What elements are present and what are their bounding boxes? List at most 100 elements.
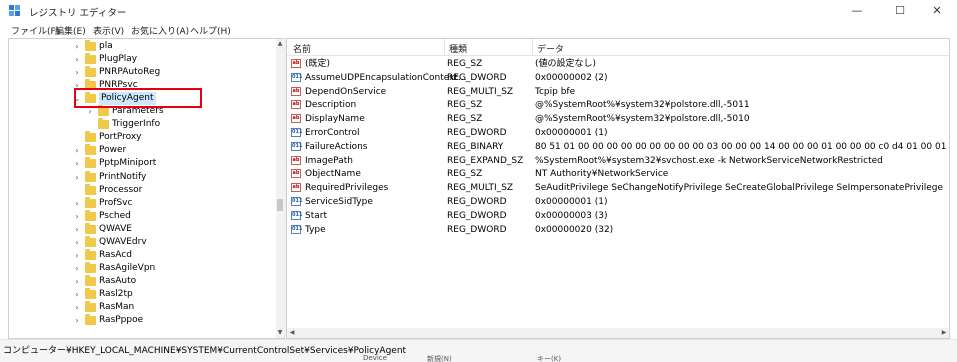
value-data: 0x00000003 (3) (535, 210, 608, 221)
value-row[interactable]: ab DependOnService REG_MULTI_SZ Tcpip bfe (287, 85, 949, 99)
binary-value-icon: 011 (291, 128, 303, 137)
tree-scroll-thumb[interactable] (277, 199, 283, 211)
expand-chevron-icon[interactable]: › (73, 236, 81, 249)
menu-help[interactable]: ヘルプ(H) (190, 24, 231, 37)
value-row[interactable]: ab RequiredPrivileges REG_MULTI_SZ SeAuditP… (287, 181, 949, 195)
value-name: ServiceSidType (305, 197, 373, 207)
tree-item-plugplay[interactable]: › PlugPlay (73, 53, 273, 66)
tree-item-triggerinfo[interactable]: TriggerInfo (86, 118, 284, 131)
expand-chevron-icon[interactable]: › (73, 66, 81, 79)
folder-icon (85, 157, 96, 169)
background-new-menu-text: 新規(N) (427, 355, 452, 362)
tree-item-printnotify[interactable]: › PrintNotify (73, 170, 273, 184)
scroll-right-arrow-icon[interactable]: ▶ (939, 328, 949, 338)
string-value-icon: ab (291, 59, 301, 68)
expand-chevron-icon[interactable]: › (73, 288, 81, 301)
expand-chevron-icon[interactable]: › (73, 210, 81, 223)
value-type: REG_SZ (447, 100, 483, 111)
minimize-button[interactable]: — (837, 0, 877, 22)
value-row[interactable]: ab DisplayName REG_SZ @%SystemRoot%¥system3… (287, 112, 949, 126)
key-tree-pane[interactable]: › pla › PlugPlay › PNRPAutoReg › PNRPsvc ⌄ Policy… (8, 38, 285, 339)
tree-item-power[interactable]: › Power (73, 144, 273, 157)
values-list-pane[interactable]: 名前 種類 データ ab (既定) REG_SZ (値の設定なし) 011 AssumeU… (286, 38, 950, 339)
string-value-icon: ab (291, 155, 301, 165)
value-data: 80 51 01 00 00 00 00 00 00 00 00 00 03 0… (535, 141, 947, 152)
value-row[interactable]: 011 Start REG_DWORD 0x00000003 (3) (287, 209, 949, 223)
value-row[interactable]: ab (既定) REG_SZ (値の設定なし) (287, 57, 949, 71)
value-row[interactable]: 011 ServiceSidType REG_DWORD 0x00000001 (1) (287, 195, 949, 209)
folder-icon (98, 105, 109, 117)
tree-item-rasauto[interactable]: › RasAuto (73, 274, 273, 288)
value-type: REG_DWORD (447, 72, 507, 83)
binary-value-icon: 011 (291, 141, 303, 151)
expand-chevron-icon[interactable]: › (73, 223, 81, 236)
value-row[interactable]: 011 Type REG_DWORD 0x00000020 (32) (287, 223, 949, 237)
expand-chevron-icon[interactable]: › (73, 53, 81, 66)
tree-item-pptpminiport[interactable]: › PptpMiniport (73, 157, 273, 170)
folder-icon (85, 248, 96, 260)
folder-icon (85, 53, 96, 65)
folder-icon (85, 209, 96, 221)
expand-chevron-icon[interactable]: › (73, 197, 81, 210)
tree-item-raspppoe[interactable]: › RasPppoe (73, 314, 273, 327)
expand-chevron-icon[interactable]: › (73, 40, 81, 53)
tree-item-qwave[interactable]: › QWAVE (73, 222, 273, 236)
expand-chevron-icon[interactable]: › (73, 262, 81, 275)
expand-chevron-icon[interactable]: › (73, 157, 81, 170)
tree-item-rasman[interactable]: › RasMan (73, 301, 273, 314)
expand-chevron-icon[interactable]: › (73, 144, 81, 157)
tree-item-label: pla (99, 41, 113, 51)
value-type: REG_DWORD (447, 210, 507, 221)
column-type[interactable]: 種類 (449, 42, 467, 55)
value-row[interactable]: 011 FailureActions REG_BINARY 80 51 01 00 0… (287, 140, 949, 154)
tree-item-label: RasAuto (99, 275, 137, 286)
menu-view[interactable]: 表示(V) (93, 24, 124, 37)
value-data: 0x00000001 (1) (535, 128, 608, 138)
tree-item-portproxy[interactable]: PortProxy (73, 131, 273, 144)
expand-chevron-icon[interactable]: › (73, 275, 81, 288)
column-data[interactable]: データ (537, 42, 564, 55)
value-row[interactable]: 011 ErrorControl REG_DWORD 0x00000001 (1) (287, 126, 949, 140)
value-row[interactable]: 011 AssumeUDPEncapsulationContext... REG_D… (287, 71, 949, 85)
scroll-up-arrow-icon[interactable]: ▲ (276, 39, 284, 49)
tree-item-rasagilevpn[interactable]: › RasAgileVpn (73, 261, 273, 275)
close-button[interactable]: ✕ (917, 0, 957, 22)
value-row[interactable]: ab ObjectName REG_SZ NT Authority¥NetworkSe… (287, 167, 949, 181)
folder-icon (85, 183, 96, 195)
value-row[interactable]: ab ImagePath REG_EXPAND_SZ %SystemRoot%¥sys… (287, 154, 949, 168)
expand-chevron-icon[interactable]: › (73, 171, 81, 184)
menu-edit[interactable]: 編集(E) (55, 24, 86, 37)
tree-item-pnrpautoreg[interactable]: › PNRPAutoReg (73, 66, 273, 79)
menu-file[interactable]: ファイル(F) (11, 24, 59, 37)
column-divider[interactable] (444, 39, 445, 55)
value-data: NT Authority¥NetworkService (535, 169, 669, 180)
tree-item-label: ProfSvc (99, 197, 133, 208)
tree-item-psched[interactable]: › Psched (73, 209, 273, 223)
scroll-left-arrow-icon[interactable]: ◀ (287, 328, 297, 338)
maximize-button[interactable]: ☐ (880, 0, 920, 22)
scroll-down-arrow-icon[interactable]: ▼ (276, 328, 284, 338)
tree-item-processor[interactable]: Processor (73, 183, 273, 197)
tree-item-qwavedrv[interactable]: › QWAVEdrv (73, 235, 273, 249)
menu-favorites[interactable]: お気に入り(A) (131, 24, 189, 37)
tree-item-label: QWAVE (99, 223, 132, 234)
expand-chevron-icon[interactable]: › (73, 249, 81, 262)
folder-icon (85, 66, 96, 78)
list-horizontal-scrollbar[interactable]: ◀ ▶ (287, 328, 949, 338)
folder-icon (85, 144, 96, 156)
value-row[interactable]: ab Description REG_SZ @%SystemRoot%¥system3… (287, 98, 949, 112)
folder-icon (85, 222, 96, 234)
tree-item-pla[interactable]: › pla (73, 40, 273, 53)
column-divider[interactable] (532, 39, 533, 55)
tree-item-profsvc[interactable]: › ProfSvc (73, 196, 273, 210)
value-data: (値の設定なし) (535, 59, 597, 69)
tree-item-rasacd[interactable]: › RasAcd (73, 248, 273, 262)
tree-item-label: PortProxy (99, 132, 142, 143)
tree-item-rasl2tp[interactable]: › Rasl2tp (73, 287, 273, 301)
column-name[interactable]: 名前 (293, 42, 311, 55)
expand-chevron-icon[interactable]: › (73, 314, 81, 327)
value-data: 0x00000020 (32) (535, 224, 614, 235)
tree-vertical-scrollbar[interactable]: ▲ ▼ (276, 39, 284, 338)
column-header: 名前 種類 データ (287, 39, 949, 56)
expand-chevron-icon[interactable]: › (73, 301, 81, 314)
